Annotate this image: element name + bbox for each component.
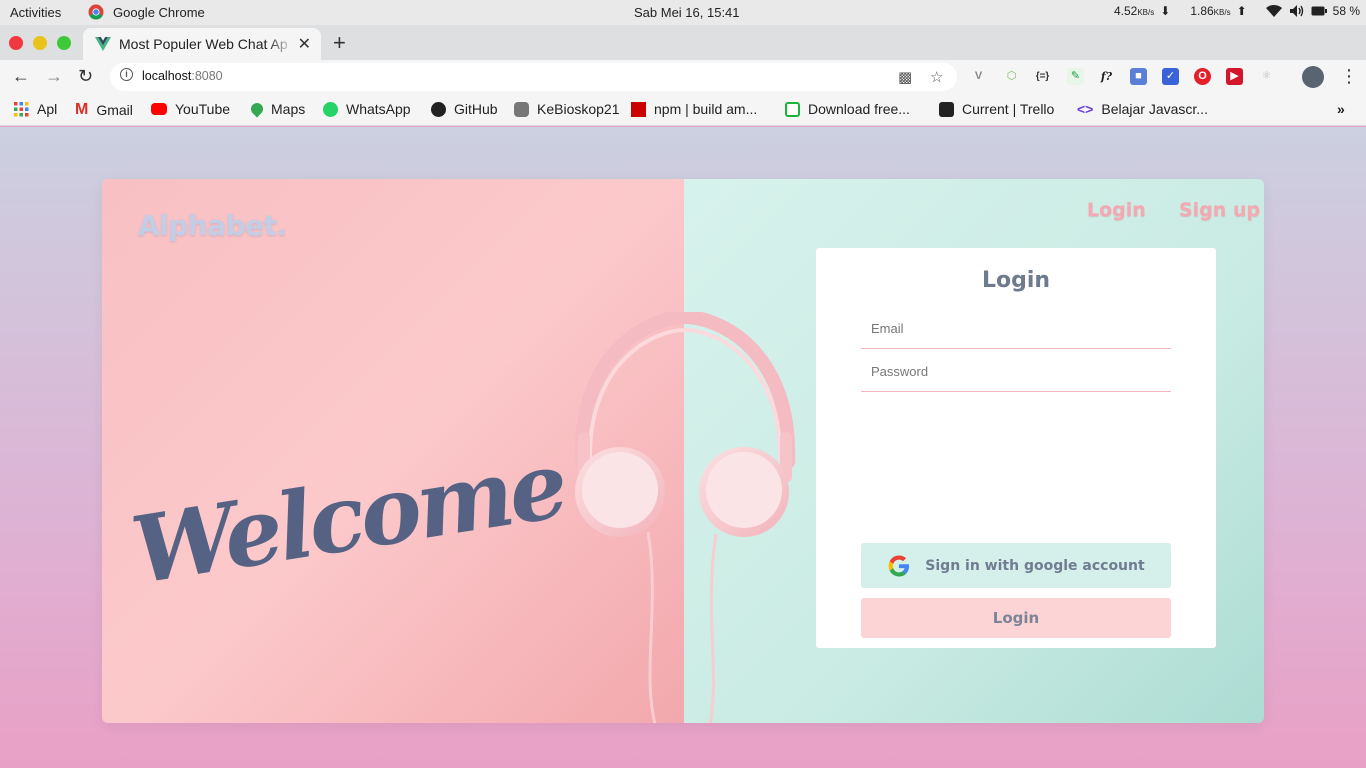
bookmark-label: YouTube <box>175 101 231 117</box>
bookmark-apps[interactable]: Apl <box>14 101 57 117</box>
bookmark-gmail[interactable]: M Gmail <box>75 101 133 119</box>
wifi-icon <box>1265 4 1282 17</box>
bookmark-javascript[interactable]: <> Belajar Javascr... <box>1077 101 1208 117</box>
maps-icon <box>248 100 266 118</box>
login-panel: Login Sign in with google account Login <box>816 248 1216 648</box>
bookmark-npm[interactable]: npm | build am... <box>631 101 757 117</box>
opera-icon[interactable]: O <box>1194 68 1211 85</box>
vue-logo-icon <box>95 37 111 51</box>
volume-icon <box>1289 5 1303 17</box>
brand-logo[interactable]: Alphabet. <box>138 209 287 242</box>
new-tab-button[interactable]: + <box>333 30 346 56</box>
youtube-icon <box>151 103 167 115</box>
bookmark-label: GitHub <box>454 101 498 117</box>
site-info-icon[interactable]: i <box>120 68 133 81</box>
bookmark-youtube[interactable]: YouTube <box>151 101 230 117</box>
profile-avatar[interactable] <box>1302 66 1324 88</box>
more-bookmarks-icon[interactable]: » <box>1337 101 1345 117</box>
bookmark-label: Gmail <box>96 102 133 118</box>
bookmark-star-icon[interactable]: ☆ <box>930 68 943 86</box>
bookmark-whatsapp[interactable]: WhatsApp <box>323 101 411 117</box>
nav-signup-link[interactable]: Sign up <box>1179 199 1260 221</box>
bookmark-kebioskop[interactable]: KeBioskop21 <box>514 101 620 117</box>
node-icon[interactable]: ⬡ <box>1003 68 1020 85</box>
address-bar[interactable]: i localhost:8080 ▩ ☆ <box>110 63 957 91</box>
github-icon <box>431 101 446 117</box>
reload-button[interactable]: ↻ <box>78 66 93 87</box>
download-icon <box>785 101 800 117</box>
bookmark-trello[interactable]: Current | Trello <box>939 101 1054 117</box>
net-down-speed: 4.52KB/s <box>1113 4 1155 18</box>
google-button-label: Sign in with google account <box>925 557 1145 574</box>
trello-icon <box>939 101 954 117</box>
whatsapp-icon <box>323 101 338 117</box>
bookmark-label: Belajar Javascr... <box>1101 101 1208 117</box>
battery-percent: 58 % <box>1332 4 1360 18</box>
tab-close-icon[interactable]: ✕ <box>298 34 311 54</box>
stamp-icon[interactable]: ■ <box>1130 68 1147 85</box>
code-icon: <> <box>1077 101 1094 117</box>
email-field[interactable] <box>861 309 1171 349</box>
tab-active[interactable]: Most Populer Web Chat Ap ✕ <box>83 28 321 60</box>
clock[interactable]: Sab Mei 16, 15:41 <box>634 5 740 20</box>
app-menu[interactable]: Google Chrome <box>88 4 205 20</box>
chrome-menu-icon[interactable]: ⋮ <box>1340 66 1358 87</box>
bookmark-label: WhatsApp <box>346 101 411 117</box>
google-signin-button[interactable]: Sign in with google account <box>861 543 1171 588</box>
url-text: localhost:8080 <box>142 69 223 83</box>
youtube-ext-icon[interactable]: ▶ <box>1226 68 1243 85</box>
bookmark-label: Apl <box>37 101 58 117</box>
welcome-card: Alphabet. Welcome Login Sign up Login Em… <box>102 179 1264 723</box>
bookmark-label: Download free... <box>808 101 910 117</box>
bookmark-download[interactable]: Download free... <box>785 101 910 117</box>
upload-arrow-icon: ⬆ <box>1236 4 1247 18</box>
json-viewer-icon[interactable]: {=} <box>1034 68 1051 85</box>
app-name: Google Chrome <box>113 4 205 20</box>
status-area[interactable]: 4.52KB/s ⬇ 1.86KB/s ⬆ 58 % <box>1114 4 1360 18</box>
bookmark-label: Current | Trello <box>962 101 1055 117</box>
battery-icon <box>1311 6 1327 16</box>
download-arrow-icon: ⬇ <box>1160 4 1171 18</box>
password-field[interactable] <box>861 352 1171 392</box>
gmail-icon: M <box>75 101 89 118</box>
activities-button[interactable]: Activities <box>10 5 61 20</box>
shield-icon[interactable]: ✓ <box>1162 68 1179 85</box>
vue-devtools-icon[interactable]: V <box>970 68 987 85</box>
bookmark-github[interactable]: GitHub <box>431 101 498 117</box>
close-window-button[interactable] <box>9 36 23 50</box>
npm-icon <box>631 101 646 117</box>
nav-login-link[interactable]: Login <box>1087 199 1146 221</box>
chrome-icon <box>88 4 104 20</box>
bookmark-label: npm | build am... <box>654 101 758 117</box>
bookmark-maps[interactable]: Maps <box>248 100 306 118</box>
form-title: Login <box>981 268 1051 293</box>
color-picker-icon[interactable]: ✎ <box>1067 68 1084 85</box>
tab-title: Most Populer Web Chat Ap <box>119 36 288 52</box>
font-icon[interactable]: f? <box>1098 68 1115 85</box>
system-top-bar: Activities Google Chrome Sab Mei 16, 15:… <box>0 0 1366 25</box>
login-button[interactable]: Login <box>861 598 1171 638</box>
bookmark-label: KeBioskop21 <box>537 101 620 117</box>
apps-grid-icon <box>14 101 29 116</box>
google-icon <box>888 555 910 576</box>
headphones-illustration <box>574 312 796 723</box>
forward-button[interactable]: → <box>45 66 63 87</box>
bookmark-label: Maps <box>271 101 306 117</box>
translate-icon[interactable]: ▩ <box>898 68 912 86</box>
back-button[interactable]: ← <box>12 66 30 87</box>
react-devtools-icon[interactable]: ⚛ <box>1258 68 1275 85</box>
minimize-window-button[interactable] <box>33 36 47 50</box>
kebioskop-icon <box>514 101 529 117</box>
maximize-window-button[interactable] <box>57 36 71 50</box>
net-up-speed: 1.86KB/s <box>1190 4 1231 18</box>
welcome-lettering: Welcome <box>125 430 572 605</box>
